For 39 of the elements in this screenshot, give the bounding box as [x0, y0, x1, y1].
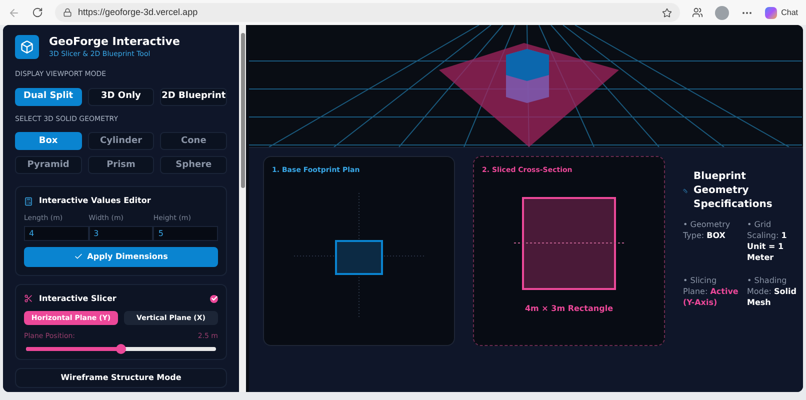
scissors-icon [24, 294, 33, 304]
card-title: Interactive Values Editor [39, 195, 151, 208]
option-button[interactable]: Cylinder [88, 132, 154, 150]
card-title: Interactive Slicer [39, 292, 118, 305]
option-button[interactable]: Prism [88, 156, 154, 174]
option-button[interactable]: Sphere [160, 156, 227, 174]
option-button[interactable]: 3D Only [88, 88, 154, 106]
wireframe-button[interactable]: Wireframe Structure Mode [15, 368, 227, 388]
reload-icon[interactable] [32, 7, 43, 18]
slicer-checkbox[interactable] [210, 294, 218, 303]
cube-icon [20, 40, 34, 54]
option-button[interactable]: Pyramid [15, 156, 82, 174]
address-bar[interactable]: https://geoforge-3d.vercel.app [55, 3, 680, 22]
scrollbar[interactable] [239, 25, 246, 392]
calculator-icon [24, 196, 33, 206]
option-button[interactable]: 2D Blueprint [160, 88, 227, 106]
specs-title: Blueprint Geometry Specifications [694, 170, 774, 212]
spec-item: • Geometry Type: BOX [683, 219, 732, 242]
section-caption: 4m × 3m Rectangle [524, 303, 613, 316]
option-button[interactable]: Cone [160, 132, 227, 150]
favorite-icon[interactable] [662, 8, 672, 18]
chat-button[interactable]: Chat [765, 6, 798, 18]
spec-item: • Slicing Plane: Active (Y-Axis) [683, 275, 739, 308]
option-button[interactable]: Dual Split [15, 88, 82, 106]
input-field[interactable]: 5 [153, 226, 218, 241]
slider-thumb[interactable] [116, 344, 126, 354]
check-icon [74, 252, 84, 262]
spec-item: • Shading Mode: Solid Mesh [747, 275, 798, 308]
app-title: GeoForge Interactive [49, 35, 180, 49]
option-button[interactable]: Box [15, 132, 82, 150]
input-field[interactable]: 4 [24, 226, 89, 241]
url-text: https://geoforge-3d.vercel.app [78, 6, 199, 19]
spec-item: • Grid Scaling: 1 Unit = 1 Meter [747, 219, 788, 264]
lock-icon [63, 8, 72, 17]
copilot-icon [765, 6, 778, 18]
apply-button[interactable]: Apply Dimensions [24, 246, 218, 267]
ruler-icon [683, 186, 688, 195]
input-field[interactable]: 3 [88, 226, 154, 241]
favorites-icon[interactable] [692, 7, 704, 18]
